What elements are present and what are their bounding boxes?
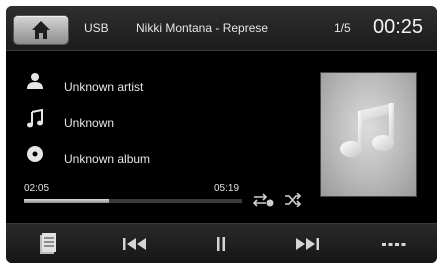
playlist-button[interactable] bbox=[6, 224, 92, 263]
previous-button[interactable] bbox=[92, 224, 178, 263]
top-bar: USB Nikki Montana - Represe 1/5 00:25 bbox=[6, 6, 437, 51]
home-icon bbox=[32, 21, 50, 39]
shuffle-icon[interactable] bbox=[284, 193, 302, 207]
next-button[interactable] bbox=[264, 224, 350, 263]
track-count: 1/5 bbox=[334, 21, 351, 35]
album-disc-icon bbox=[27, 146, 43, 162]
album-name: Unknown album bbox=[64, 152, 151, 166]
media-player-screen: USB Nikki Montana - Represe 1/5 00:25 Un… bbox=[6, 6, 437, 263]
artist-name: Unknown artist bbox=[64, 80, 144, 94]
song-title: Unknown bbox=[64, 116, 115, 130]
total-time: 05:19 bbox=[214, 183, 240, 194]
source-label: USB bbox=[84, 21, 109, 35]
more-icon bbox=[382, 243, 406, 246]
elapsed-time: 02:05 bbox=[24, 183, 50, 194]
control-bar bbox=[6, 223, 437, 263]
home-button[interactable] bbox=[14, 16, 68, 44]
pause-icon bbox=[217, 237, 225, 251]
music-note-icon bbox=[340, 103, 394, 157]
list-icon bbox=[40, 233, 56, 254]
repeat-icon[interactable] bbox=[252, 193, 274, 207]
progress-fill bbox=[24, 199, 110, 203]
more-button[interactable] bbox=[350, 224, 436, 263]
artist-icon bbox=[27, 73, 43, 89]
pause-button[interactable] bbox=[178, 224, 264, 263]
music-note-icon bbox=[27, 109, 43, 128]
clock: 00:25 bbox=[373, 16, 424, 38]
progress-bar[interactable] bbox=[24, 199, 242, 203]
next-icon bbox=[296, 238, 319, 250]
album-art bbox=[321, 73, 416, 196]
now-playing-title: Nikki Montana - Represe bbox=[136, 21, 269, 35]
previous-icon bbox=[123, 238, 146, 250]
